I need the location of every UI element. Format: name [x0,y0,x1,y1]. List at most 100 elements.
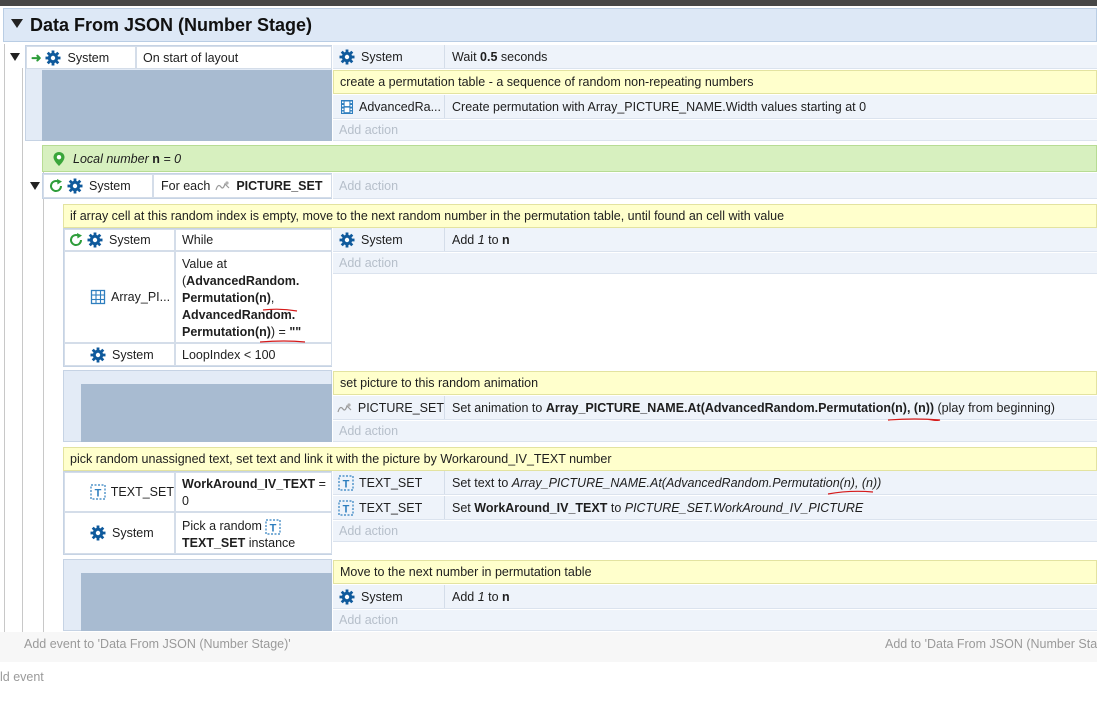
condition-object-name: System [67,50,110,65]
pick-random-condition[interactable]: Pick a random TEXT_SET instance [175,512,332,554]
add-to-group-link[interactable]: Add to 'Data From JSON (Number Sta [885,637,1097,651]
loopindex-condition-object[interactable]: System [64,343,175,366]
local-variable-pin-icon [53,151,65,166]
add-action-label: Add action [339,424,399,438]
event-collapse-icon[interactable] [10,53,20,61]
add-action-label: Add action [339,123,399,137]
action-text: Create permutation with Array_PICTURE_NA… [452,99,867,114]
condition-object-name: System [112,526,154,540]
condition-line: 0 [182,494,189,508]
action-object-name: TEXT_SET [359,500,423,515]
next-condition-area [81,573,332,631]
action-text: Set animation to Array_PICTURE_NAME.At(A… [452,400,1055,415]
local-variable-text: Local number n = 0 [73,151,182,166]
advanced-random-icon [341,99,353,114]
tree-guide-line [4,44,5,632]
gear-icon [45,50,61,65]
action-text: Add 1 to n [452,589,510,604]
action-object-name: System [361,589,403,604]
comment-text: set picture to this random animation [340,376,539,390]
condition-object-name: Array_PI... [111,290,171,304]
anim-action[interactable]: PICTURE_SET Set animation to Array_PICTU… [333,396,1097,420]
condition-line: TEXT_SET instance [182,536,296,550]
condition-object-name: System [89,179,131,193]
add-event-link[interactable]: ld event [0,670,44,684]
while-comment[interactable]: if array cell at this random index is em… [63,204,1097,228]
anim-condition-area [81,384,332,442]
action-object-name: System [361,232,403,247]
add-action-label: Add action [339,178,399,193]
gear-icon [87,232,103,248]
event-collapse-icon[interactable] [30,182,40,190]
condition-line: WorkAround_IV_TEXT = [182,477,326,491]
text-set-condition-object[interactable]: TEXT_SET [64,472,175,512]
condition-object-name: TEXT_SET [110,485,174,499]
pick-random-condition-object[interactable]: System [64,512,175,554]
local-variable-row[interactable]: Local number n = 0 [42,145,1097,172]
text-comment[interactable]: pick random unassigned text, set text an… [63,447,1097,471]
while-condition[interactable]: While [175,229,332,251]
condition-text: While [182,233,214,247]
comment-text: pick random unassigned text, set text an… [70,452,612,466]
condition-text: On start of layout [143,50,239,65]
add-action-link[interactable]: Add action [333,120,1097,141]
tree-guide-line [43,145,44,632]
event-1-condition[interactable]: On start of layout [136,46,332,69]
add-action-label: Add action [339,613,399,627]
event-1-action-wait[interactable]: System Wait 0.5 seconds [333,45,1097,69]
event-1-action-permutation[interactable]: AdvancedRa... Create permutation with Ar… [333,95,1097,119]
foreach-condition-object[interactable]: System [43,174,153,198]
text-object-icon [338,499,354,516]
start-arrow-icon: ➜ [31,51,42,65]
loop-icon [70,232,83,247]
comment-text: if array cell at this random index is em… [70,209,785,223]
comment-text: create a permutation table - a sequence … [340,75,754,89]
while-action-add[interactable]: System Add 1 to n [333,228,1097,252]
foreach-target: PICTURE_SET [236,179,323,193]
action-object-name: TEXT_SET [359,475,423,490]
event-1-condition-object[interactable]: ➜ System [26,46,136,69]
condition-object-name: System [109,233,151,247]
gear-icon [339,49,355,64]
window-top-bar [0,0,1097,6]
action-object-name: AdvancedRa... [359,99,441,114]
next-action-add[interactable]: System Add 1 to n [333,585,1097,609]
add-action-link[interactable]: Add action [333,610,1097,631]
gear-icon [90,525,106,541]
array-condition-object[interactable]: Array_PI... [64,251,175,343]
collapse-triangle-icon[interactable] [11,19,23,28]
condition-line: Value at [182,257,227,271]
condition-text: LoopIndex < 100 [182,347,276,362]
action-text: Set WorkAround_IV_TEXT to PICTURE_SET.Wo… [452,500,864,515]
anim-comment[interactable]: set picture to this random animation [333,371,1097,395]
while-condition-object[interactable]: System [64,229,175,251]
set-text-action[interactable]: TEXT_SET Set text to Array_PICTURE_NAME.… [333,471,1097,495]
loopindex-condition[interactable]: LoopIndex < 100 [175,343,332,366]
event-1-condition-area [42,70,332,141]
condition-object-name: System [112,347,154,362]
add-action-link[interactable]: Add action [333,253,1097,274]
array-grid-icon [90,289,106,305]
event-group-header[interactable]: Data From JSON (Number Stage) [3,8,1097,42]
sprite-icon [215,180,230,191]
add-action-link[interactable]: Add action [333,173,1097,199]
add-action-link[interactable]: Add action [333,421,1097,442]
foreach-condition[interactable]: For each PICTURE_SET [153,174,332,198]
group-title: Data From JSON (Number Stage) [30,15,313,35]
add-action-label: Add action [339,524,399,538]
event-1-comment[interactable]: create a permutation table - a sequence … [333,70,1097,94]
action-text: Wait 0.5 seconds [452,49,548,64]
gear-icon [90,347,106,362]
gear-icon [67,178,83,194]
sprite-icon [337,402,352,413]
text-object-icon [265,519,281,535]
add-event-to-group-link[interactable]: Add event to 'Data From JSON (Number Sta… [24,637,291,651]
set-workaround-action[interactable]: TEXT_SET Set WorkAround_IV_TEXT to PICTU… [333,496,1097,520]
condition-line: Pick a random [182,518,331,535]
condition-text: For each [161,179,211,193]
text-object-icon [90,484,106,500]
next-comment[interactable]: Move to the next number in permutation t… [333,560,1097,584]
text-set-condition[interactable]: WorkAround_IV_TEXT = 0 [175,472,332,512]
text-object-icon [338,474,354,491]
add-action-link[interactable]: Add action [333,521,1097,542]
